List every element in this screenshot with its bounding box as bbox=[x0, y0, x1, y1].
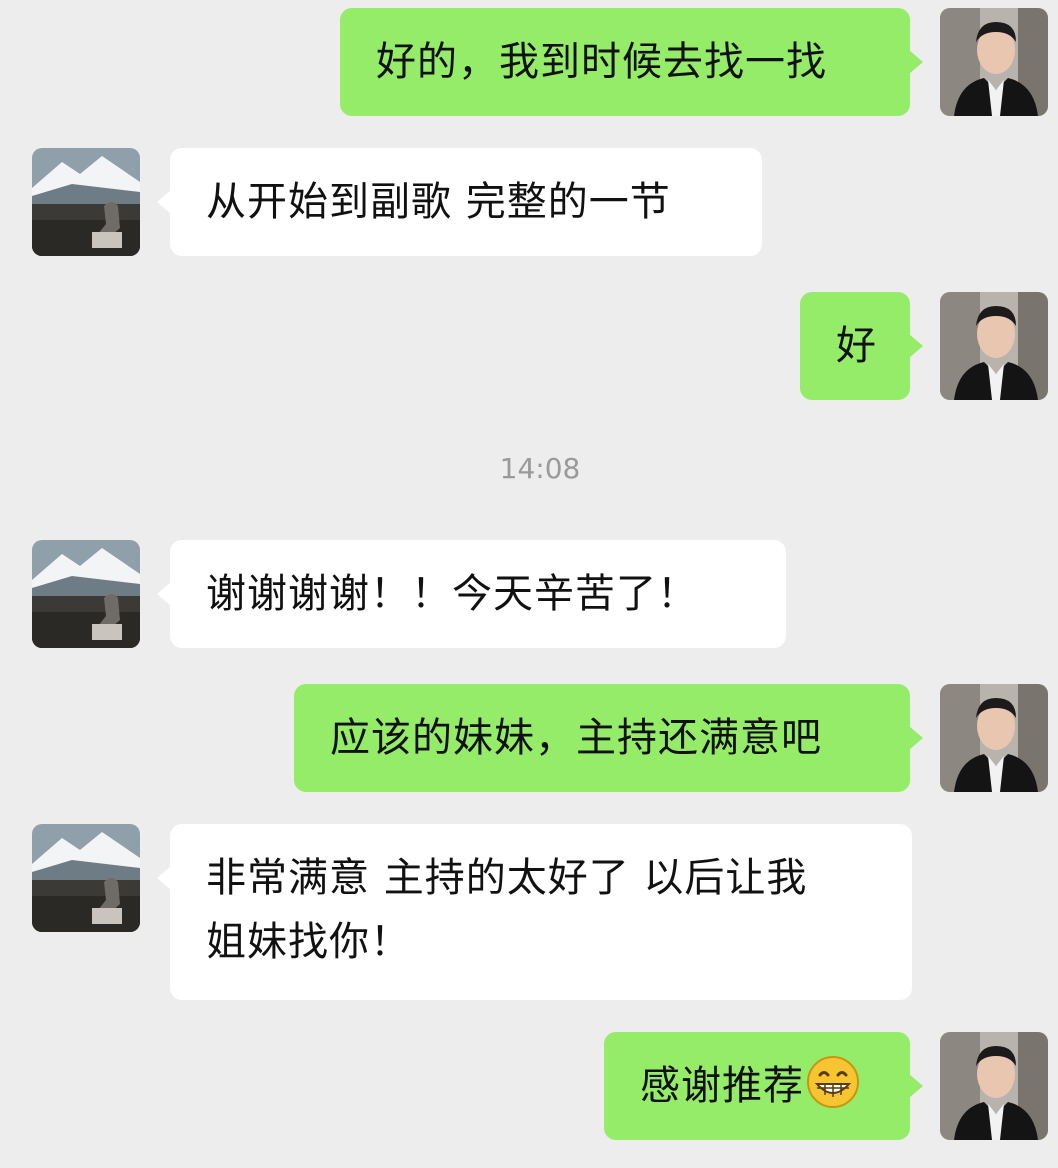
man-in-suit-avatar-icon bbox=[940, 684, 1048, 792]
message-bubble-received[interactable]: 非常满意 主持的太好了 以后让我 姐妹找你！ bbox=[157, 824, 912, 1000]
message-text: 好的，我到时候去找一找 bbox=[376, 39, 827, 85]
message-text-line: 非常满意 主持的太好了 以后让我 bbox=[206, 855, 808, 901]
my-avatar[interactable] bbox=[940, 1032, 1048, 1140]
message-bubble-received[interactable]: 谢谢谢谢！！今天辛苦了！ bbox=[157, 540, 786, 648]
my-avatar[interactable] bbox=[940, 684, 1048, 792]
message-bubble-sent[interactable]: 应该的妹妹，主持还满意吧 bbox=[294, 684, 923, 792]
contact-avatar[interactable] bbox=[32, 540, 140, 648]
contact-avatar[interactable] bbox=[32, 148, 140, 256]
man-in-suit-avatar-icon bbox=[940, 8, 1048, 116]
man-in-suit-avatar-icon bbox=[940, 1032, 1048, 1140]
message-text: 好 bbox=[836, 323, 877, 369]
message-bubble-received[interactable]: 从开始到副歌 完整的一节 bbox=[157, 148, 762, 256]
contact-avatar[interactable] bbox=[32, 824, 140, 932]
mountain-landscape-avatar-icon bbox=[32, 824, 140, 932]
message-text: 从开始到副歌 完整的一节 bbox=[206, 179, 671, 225]
message-text: 谢谢谢谢！！今天辛苦了！ bbox=[206, 571, 698, 617]
my-avatar[interactable] bbox=[940, 292, 1048, 400]
mountain-landscape-avatar-icon bbox=[32, 540, 140, 648]
message-bubble-sent[interactable]: 好 bbox=[800, 292, 923, 400]
message-text: 感谢推荐 bbox=[640, 1063, 804, 1109]
man-in-suit-avatar-icon bbox=[940, 292, 1048, 400]
message-bubble-sent[interactable]: 感谢推荐 bbox=[604, 1032, 923, 1140]
message-text: 应该的妹妹，主持还满意吧 bbox=[330, 715, 822, 761]
grinning-face-emoji-icon bbox=[806, 1055, 860, 1109]
my-avatar[interactable] bbox=[940, 8, 1048, 116]
chat-timestamp: 14:08 bbox=[499, 452, 581, 485]
mountain-landscape-avatar-icon bbox=[32, 148, 140, 256]
message-bubble-sent[interactable]: 好的，我到时候去找一找 bbox=[340, 8, 923, 116]
message-text-line: 姐妹找你！ bbox=[206, 919, 411, 965]
